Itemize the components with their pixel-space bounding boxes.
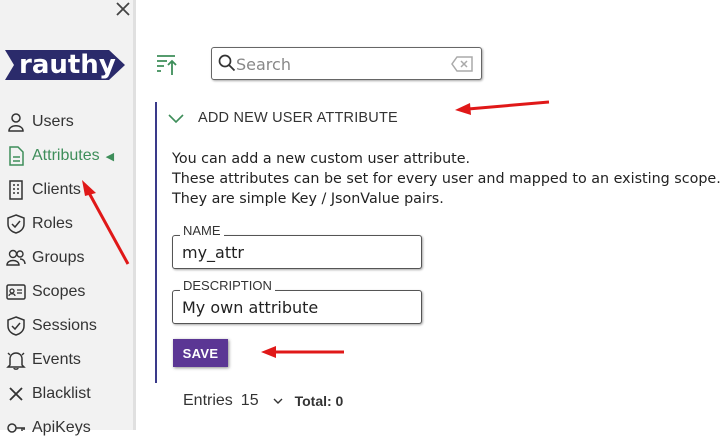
name-field: NAME [172, 223, 422, 269]
sidebar-item-label: Blacklist [32, 385, 91, 402]
building-icon [6, 180, 26, 200]
search-icon [218, 54, 236, 76]
sidebar-item-events[interactable]: Events [6, 347, 81, 373]
sidebar-item-label: Roles [32, 215, 73, 232]
id-card-icon [6, 282, 26, 302]
sidebar-item-label: Clients [32, 181, 81, 198]
shield-check-icon [6, 316, 26, 336]
sidebar-item-scopes[interactable]: Scopes [6, 279, 85, 305]
pagination: Entries 15 Total: 0 [183, 392, 343, 410]
description-field: DESCRIPTION [172, 278, 422, 324]
logo-text: rauthy [19, 50, 116, 80]
description-line: You can add a new custom user attribute. [172, 151, 471, 167]
document-icon [6, 146, 26, 166]
users-group-icon [6, 248, 26, 268]
sidebar-item-sessions[interactable]: Sessions [6, 313, 97, 339]
name-field-label: NAME [180, 223, 224, 238]
key-icon [6, 418, 26, 438]
sidebar-item-blacklist[interactable]: Blacklist [6, 381, 91, 407]
sidebar-item-attributes[interactable]: Attributes ◀ [6, 143, 114, 169]
sidebar-item-roles[interactable]: Roles [6, 211, 73, 237]
panel-title: ADD NEW USER ATTRIBUTE [198, 110, 398, 126]
sidebar-item-apikeys[interactable]: ApiKeys [6, 415, 91, 441]
sidebar-item-label: Events [32, 351, 81, 368]
sidebar-divider [133, 0, 136, 430]
logo: rauthy [5, 48, 127, 86]
sidebar-item-label: Sessions [32, 317, 97, 334]
annotation-arrow-panel-title [455, 100, 550, 115]
sort-icon[interactable] [155, 53, 179, 77]
close-icon[interactable] [114, 0, 132, 18]
search-box [211, 47, 482, 80]
panel-accent-line [155, 102, 157, 383]
add-attribute-expander[interactable]: ADD NEW USER ATTRIBUTE [168, 110, 398, 126]
chevron-down-icon [168, 114, 184, 123]
sidebar-item-label: ApiKeys [32, 419, 91, 436]
annotation-arrow-save [261, 346, 344, 358]
description-input[interactable] [182, 296, 412, 318]
save-button[interactable]: SAVE [173, 339, 228, 367]
entries-select[interactable]: 15 [241, 392, 259, 410]
x-icon [6, 384, 26, 404]
description-field-label: DESCRIPTION [180, 278, 275, 293]
bell-icon [6, 350, 26, 370]
sidebar-item-groups[interactable]: Groups [6, 245, 84, 271]
sidebar-item-clients[interactable]: Clients [6, 177, 81, 203]
sidebar-item-users[interactable]: Users [6, 109, 74, 135]
user-icon [6, 112, 26, 132]
sidebar-item-label: Groups [32, 249, 85, 266]
total-count: Total: 0 [294, 393, 344, 409]
description-line: These attributes can be set for every us… [172, 171, 721, 187]
panel-description: You can add a new custom user attribute.… [172, 149, 721, 209]
shield-check-icon [6, 214, 26, 234]
sidebar-item-label: Scopes [32, 283, 86, 300]
entries-label: Entries [183, 392, 233, 409]
sidebar-item-label: Users [32, 113, 74, 130]
chevron-down-icon[interactable] [273, 392, 283, 410]
clear-search-icon[interactable] [451, 56, 473, 76]
sidebar-item-label: Attributes [32, 147, 100, 164]
active-indicator-icon: ◀ [105, 150, 115, 163]
search-input[interactable] [236, 51, 446, 77]
name-input[interactable] [182, 241, 412, 263]
description-line: They are simple Key / JsonValue pairs. [172, 191, 444, 207]
